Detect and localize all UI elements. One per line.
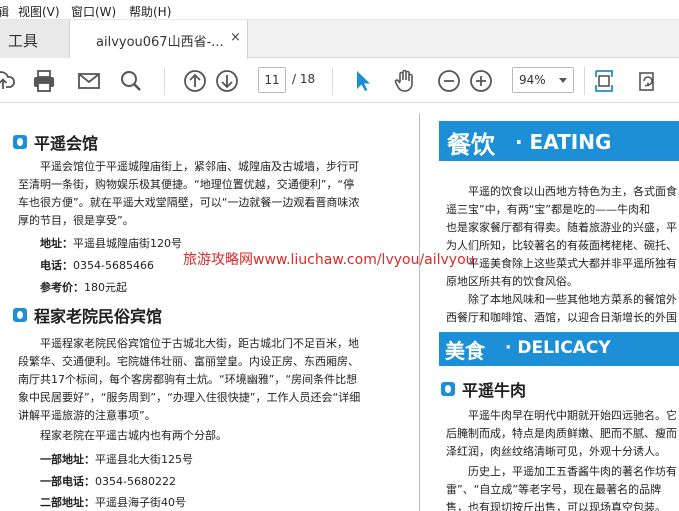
paragraph-line: 泽红润，肉丝纹络清晰可见，外观十分诱人。 — [446, 445, 666, 458]
menu-view[interactable]: 视图(V) — [18, 3, 60, 20]
zoom-in-icon[interactable] — [468, 68, 494, 94]
menu-edit-partial[interactable]: 辑 — [0, 3, 9, 20]
paragraph-line: 西餐厅和咖啡馆、酒馆，以迎合日渐增长的外国 — [446, 311, 677, 324]
info-phone: 电话：0354-5685466 — [40, 259, 154, 272]
toolbar-separator — [332, 67, 333, 95]
paragraph: 程家老院在平遥古城内也有两个分部。 — [40, 429, 227, 442]
fit-page-icon[interactable] — [591, 68, 617, 94]
banner-delicacy-en: · DELICACY — [505, 338, 611, 358]
watermark-text: 旅游攻略网www.liuchaw.com/lvyou/ailvyou — [183, 252, 475, 268]
paragraph-line: 雷”、“自立成”等老字号，现在最著名的品牌 — [446, 483, 662, 496]
zoom-value: 94% — [519, 73, 546, 87]
info-address-2: 二部地址：平遥县海子街40号 — [40, 496, 186, 509]
banner-eating: 餐饮 · EATING — [439, 121, 679, 161]
paragraph-line: 平遥牛肉早在明代中期就开始四远驰名。它 — [468, 409, 677, 422]
document-page: 平遥会馆 平遥会馆位于平遥城隍庙街上，紧邻庙、城隍庙及古城墙，步行可至清明一条街… — [0, 103, 679, 511]
menu-help[interactable]: 帮助(H) — [129, 3, 171, 20]
previous-page-icon[interactable] — [182, 68, 208, 94]
pin-icon — [441, 382, 455, 396]
zoom-out-icon[interactable] — [436, 68, 462, 94]
toolbar-separator — [584, 67, 585, 95]
menu-bar: 辑 视图(V) 窗口(W) 帮助(H) — [0, 0, 679, 20]
print-icon[interactable] — [31, 68, 57, 94]
banner-delicacy-cn: 美食 — [445, 339, 485, 363]
paragraph-line: 平遥美食除上这些菜式大都并非平遥所独有 — [468, 257, 677, 270]
tab-close-icon[interactable]: × — [230, 30, 241, 45]
paragraph-line: 为人们所知，比较著名的有莜面栲栳栳、碗托、 — [446, 239, 677, 252]
banner-eating-en: · EATING — [515, 130, 612, 154]
page-number-input[interactable]: 11 — [258, 67, 286, 93]
chevron-down-icon — [559, 78, 567, 83]
page-total: / 18 — [292, 72, 316, 86]
search-icon[interactable] — [118, 68, 144, 94]
next-page-icon[interactable] — [214, 68, 240, 94]
paragraph-line: 历史上，平遥加工五香酱牛肉的著名作坊有 — [468, 465, 677, 478]
pin-icon — [13, 135, 27, 149]
zoom-select[interactable]: 94% — [512, 67, 574, 93]
upload-icon[interactable] — [0, 68, 16, 94]
pin-icon — [13, 308, 27, 322]
paragraph-line: 售，也有现切按斤出售，可以现场真空包装。 — [446, 501, 666, 511]
hand-tool-icon[interactable] — [392, 68, 418, 94]
info-address: 地址：平遥县城隍庙街120号 — [40, 237, 182, 250]
paragraph-line: 也是家家餐厅都有得卖。随着旅游业的兴盛，平 — [446, 221, 677, 234]
tab-bar: 工具 ailvyou067山西省-... × — [0, 20, 679, 59]
info-phone-1: 一部电话：0354-5680222 — [40, 475, 176, 488]
paragraph-line: 除了本地风味和一些其他地方菜系的餐馆外 — [468, 293, 677, 306]
paragraph-line: 遥三宝”中，有两“宝”都是吃的——牛肉和 — [446, 203, 651, 216]
toolbar-separator — [164, 67, 165, 95]
section-title-pingyao-huiguan: 平遥会馆 — [34, 134, 99, 153]
toolbar: 11 / 18 94% — [0, 59, 679, 103]
select-cursor-icon[interactable] — [350, 68, 376, 94]
menu-window[interactable]: 窗口(W) — [71, 3, 116, 20]
column-divider — [419, 113, 420, 511]
tab-document[interactable]: ailvyou067山西省-... × — [70, 20, 248, 59]
paragraph-line: 后腌制而成，特点是肉质鲜嫩、肥而不腻、瘦而 — [446, 427, 677, 440]
paragraph-line: 平遥的饮食以山西地方特色为主，各式面食 — [468, 185, 677, 198]
section-title-chengjia-laoyuan: 程家老院民俗宾馆 — [34, 307, 163, 326]
info-address-1: 一部地址：平遥县北大街125号 — [40, 453, 193, 466]
paragraph-line: 原地区所共有的饮食风俗。 — [446, 275, 578, 288]
banner-delicacy: 美食 · DELICACY — [439, 332, 679, 366]
email-icon[interactable] — [76, 68, 102, 94]
info-price: 参考价：180元起 — [40, 281, 127, 294]
tab-tools-label: 工具 — [8, 32, 39, 50]
rotate-page-icon[interactable] — [634, 68, 660, 94]
section-title-pingyao-beef: 平遥牛肉 — [462, 381, 527, 400]
paragraph: 平遥会馆位于平遥城隍庙街上，紧邻庙、城隍庙及古城墙，步行可至清明一条街，购物娱乐… — [18, 160, 360, 227]
banner-eating-cn: 餐饮 — [447, 131, 495, 159]
tab-document-title: ailvyou067山西省-... — [96, 35, 224, 50]
paragraph: 平遥程家老院民俗宾馆位于古城北大街，距古城北门不足百米，地段繁华、交通便利。宅院… — [18, 337, 361, 422]
tab-tools[interactable]: 工具 — [0, 20, 70, 58]
